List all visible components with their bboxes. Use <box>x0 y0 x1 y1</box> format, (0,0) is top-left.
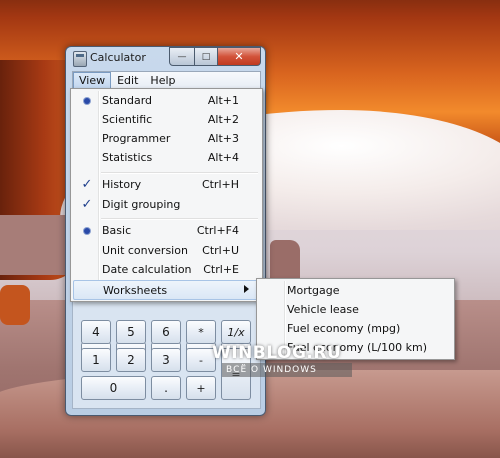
key-0[interactable]: 0 <box>81 376 146 400</box>
menu-item-label: Worksheets <box>103 284 168 297</box>
minimize-button[interactable]: — <box>169 47 195 66</box>
menu-item-date-calculation[interactable]: Date calculation Ctrl+E <box>73 260 258 280</box>
menu-item-label: Date calculation <box>102 263 192 276</box>
menu-item-label: Standard <box>102 94 153 107</box>
submenu-item-mortgage[interactable]: Mortgage <box>259 281 450 301</box>
menu-item-basic[interactable]: Basic Ctrl+F4 <box>73 221 258 241</box>
submenu-item-label: Fuel economy (mpg) <box>287 322 401 335</box>
menu-item-shortcut: Alt+2 <box>207 113 239 126</box>
view-menu: Standard Alt+1 Scientific Alt+2 Programm… <box>70 88 263 302</box>
key-1[interactable]: 1 <box>81 348 111 372</box>
key-multiply[interactable]: * <box>186 320 216 344</box>
menu-item-shortcut: Alt+3 <box>207 132 239 145</box>
close-button[interactable]: ✕ <box>218 47 261 66</box>
key-3[interactable]: 3 <box>151 348 181 372</box>
window-title: Calculator <box>90 51 146 64</box>
menu-item-label: Unit conversion <box>102 244 188 257</box>
menu-item-label: History <box>102 178 142 191</box>
menu-item-shortcut: Alt+4 <box>207 151 239 164</box>
menu-item-shortcut: Ctrl+U <box>202 244 239 257</box>
menu-item-label: Scientific <box>102 113 153 126</box>
maximize-button[interactable]: □ <box>195 47 218 66</box>
submenu-item-vehicle-lease[interactable]: Vehicle lease <box>259 300 450 320</box>
checkmark-icon: ✓ <box>81 197 93 212</box>
key-4[interactable]: 4 <box>81 320 111 344</box>
menu-separator <box>101 218 258 220</box>
submenu-item-fuel-economy-mpg[interactable]: Fuel economy (mpg) <box>259 319 450 339</box>
watermark: WINBLOG.RU ВСЁ О WINDOWS <box>212 343 352 381</box>
menu-item-worksheets[interactable]: Worksheets <box>73 280 260 300</box>
menu-item-label: Statistics <box>102 151 153 164</box>
calculator-icon <box>73 51 87 67</box>
menu-item-unit-conversion[interactable]: Unit conversion Ctrl+U <box>73 241 258 261</box>
radio-dot-icon <box>79 223 95 239</box>
menu-item-programmer[interactable]: Programmer Alt+3 <box>73 129 258 149</box>
menu-item-label: Programmer <box>102 132 171 145</box>
menu-item-label: Digit grouping <box>102 198 181 211</box>
menu-item-shortcut: Ctrl+F4 <box>196 224 239 237</box>
menu-item-shortcut: Ctrl+H <box>201 178 239 191</box>
submenu-item-label: Vehicle lease <box>287 303 359 316</box>
menu-item-shortcut: Ctrl+E <box>203 263 239 276</box>
watermark-subtitle: ВСЁ О WINDOWS <box>222 363 352 377</box>
key-decimal[interactable]: . <box>151 376 181 400</box>
menu-item-standard[interactable]: Standard Alt+1 <box>73 91 258 111</box>
watermark-title: WINBLOG.RU <box>212 343 342 363</box>
menu-item-statistics[interactable]: Statistics Alt+4 <box>73 148 258 168</box>
key-2[interactable]: 2 <box>116 348 146 372</box>
menu-item-digit-grouping[interactable]: ✓ Digit grouping <box>73 195 258 215</box>
menu-item-scientific[interactable]: Scientific Alt+2 <box>73 110 258 130</box>
submenu-item-label: Mortgage <box>287 284 340 297</box>
key-6[interactable]: 6 <box>151 320 181 344</box>
caption-buttons: — □ ✕ <box>169 47 261 66</box>
menu-separator <box>101 172 258 174</box>
menu-item-history[interactable]: ✓ History Ctrl+H <box>73 175 258 195</box>
wallpaper-orange-rock <box>0 285 30 325</box>
title-bar[interactable]: Calculator — □ ✕ <box>66 47 265 69</box>
checkmark-icon: ✓ <box>81 177 93 192</box>
key-5[interactable]: 5 <box>116 320 146 344</box>
menu-item-label: Basic <box>102 224 132 237</box>
key-reciprocal[interactable]: 1/x <box>221 320 251 344</box>
submenu-arrow-icon <box>244 285 249 293</box>
radio-dot-icon <box>79 93 95 109</box>
menu-item-shortcut: Alt+1 <box>207 94 239 107</box>
